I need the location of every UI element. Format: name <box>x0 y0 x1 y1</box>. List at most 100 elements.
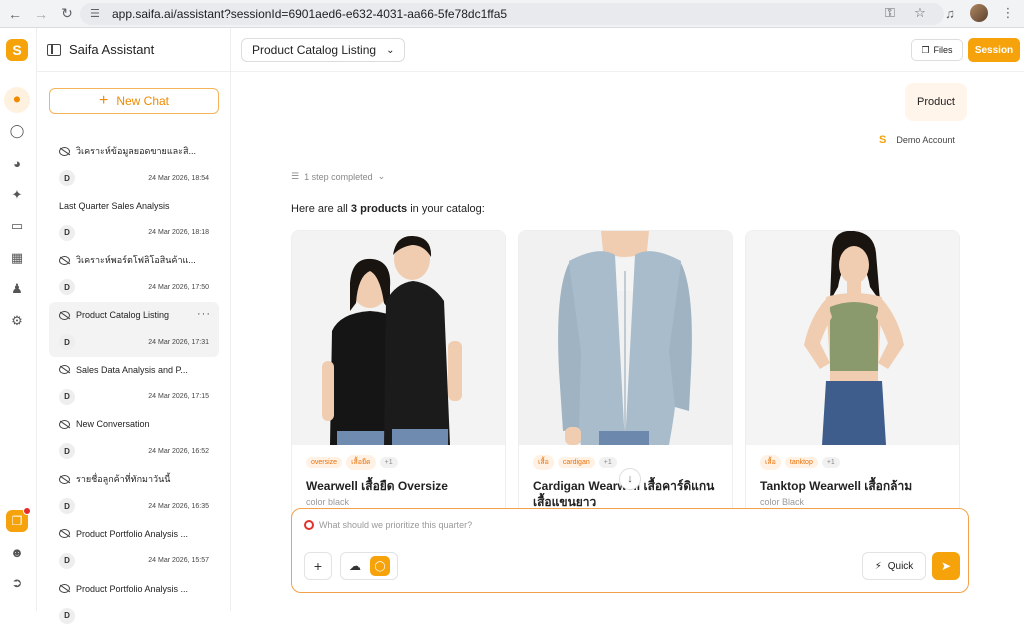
chat-history-item-active[interactable]: Product Catalog Listing ··· D 24 Mar 2026… <box>49 302 219 357</box>
browser-toolbar: ← → ↻ ☰ app.saifa.ai/assistant?sessionId… <box>0 0 1024 28</box>
saifa-logo[interactable]: S <box>6 39 28 61</box>
avatar: D <box>59 225 75 241</box>
intro-bold: 3 products <box>351 203 407 215</box>
eye-off-icon <box>59 584 70 593</box>
product-name: Tanktop Wearwell เสื้อกล้าม <box>760 478 945 494</box>
logout-icon[interactable]: ➲ <box>8 574 26 592</box>
chat-date: 24 Mar 2026, 17:50 <box>148 284 209 291</box>
add-button[interactable]: + <box>304 552 332 580</box>
product-image <box>746 231 960 445</box>
send-button[interactable]: ➤ <box>932 552 960 580</box>
target-icon <box>304 520 314 530</box>
product-tag: เสื้อ <box>533 455 554 470</box>
more-options-icon[interactable]: ··· <box>197 308 211 320</box>
product-color: color black <box>306 497 491 507</box>
url-text: app.saifa.ai/assistant?sessionId=6901aed… <box>112 7 507 21</box>
chat-mode-icon[interactable]: ◯ <box>370 556 390 576</box>
password-key-icon[interactable]: ⚿ <box>880 5 900 21</box>
chat-history-item[interactable]: Product Portfolio Analysis ... D <box>49 576 219 630</box>
chat-history-item[interactable]: Last Quarter Sales Analysis D 24 Mar 2026… <box>49 193 219 248</box>
avatar: D <box>59 334 75 350</box>
chat-date: 24 Mar 2026, 18:18 <box>148 229 209 236</box>
chat-history-item[interactable]: วิเคราะห์ข้อมูลยอดขายและสิ... D24 Mar 20… <box>49 138 219 193</box>
copy-icon[interactable]: ❐ <box>6 510 28 532</box>
browser-menu-icon[interactable]: ⋮ <box>998 5 1018 21</box>
eye-off-icon <box>59 529 70 538</box>
eye-off-icon <box>59 475 70 484</box>
avatar: D <box>59 279 75 295</box>
mode-toggle-group: ☁ ◯ <box>340 552 398 580</box>
sidebar-header: Saifa Assistant <box>37 28 230 72</box>
files-icon: ❐ <box>921 45 929 56</box>
steps-label: 1 step completed <box>304 172 373 182</box>
reload-icon[interactable]: ↻ <box>56 3 78 25</box>
arrow-right-icon[interactable]: → <box>30 3 52 25</box>
media-controls-icon[interactable]: ♫ <box>940 6 960 21</box>
lightning-icon: ⚡ <box>875 561 882 572</box>
chat-title: Product Portfolio Analysis ... <box>76 584 188 594</box>
chat-history-item[interactable]: รายชื่อลูกค้าที่ทักมาวันนี้ D24 Mar 2026… <box>49 466 219 521</box>
chat-history-item[interactable]: วิเคราะห์พอร์ตโฟลิโอสินค้าแ... D 24 Mar 2… <box>49 247 219 302</box>
composer-placeholder[interactable]: What should we prioritize this quarter? <box>319 520 472 530</box>
quick-mode-button[interactable]: ⚡ Quick <box>862 552 926 580</box>
product-image <box>292 231 506 445</box>
conversation-title-dropdown[interactable]: Product Catalog Listing ⌄ <box>241 38 405 62</box>
chat-date: 24 Mar 2026, 17:31 <box>148 339 209 346</box>
user-message-bubble: Product <box>905 83 967 121</box>
session-button[interactable]: Session <box>968 38 1020 62</box>
sidebar-toggle-icon[interactable] <box>47 44 61 56</box>
message-composer[interactable]: What should we prioritize this quarter? … <box>291 508 969 593</box>
chat-history-item[interactable]: Sales Data Analysis and P... D24 Mar 202… <box>49 357 219 412</box>
eye-off-icon <box>59 365 70 374</box>
home-icon[interactable]: ⚫ <box>4 87 30 113</box>
product-tag-more: +1 <box>380 457 398 468</box>
settings-icon[interactable]: ⚙ <box>8 312 26 330</box>
site-settings-icon[interactable]: ☰ <box>90 7 104 21</box>
new-chat-button[interactable]: + New Chat <box>49 88 219 114</box>
avatar: D <box>59 170 75 186</box>
chat-icon[interactable]: ◯ <box>8 122 26 140</box>
eye-off-icon <box>59 311 70 320</box>
sparkle-icon[interactable]: ✦ <box>8 186 26 204</box>
files-button[interactable]: ❐ Files <box>911 39 963 61</box>
team-icon[interactable]: ♟ <box>8 280 26 298</box>
files-label: Files <box>934 45 953 55</box>
user-message-text: Product <box>917 96 955 108</box>
tanktop-illustration <box>746 231 960 445</box>
address-bar[interactable]: ☰ app.saifa.ai/assistant?sessionId=6901a… <box>80 3 944 25</box>
product-tag: cardigan <box>558 457 595 468</box>
store-icon[interactable]: ▦ <box>8 249 26 267</box>
product-tag: เสื้อยืด <box>346 455 376 470</box>
product-tag: oversize <box>306 457 342 468</box>
chat-history-item[interactable]: New Conversation D24 Mar 2026, 16:52 <box>49 411 219 466</box>
scroll-down-button[interactable]: ↓ <box>619 468 641 490</box>
chat-date: 24 Mar 2026, 18:54 <box>148 175 209 182</box>
product-tag: tanktop <box>785 457 818 468</box>
product-name: Wearwell เสื้อยืด Oversize <box>306 478 491 494</box>
steps-toggle[interactable]: ☰ 1 step completed ⌄ <box>291 171 385 182</box>
profile-avatar[interactable] <box>970 4 988 22</box>
product-card[interactable]: oversize เสื้อยืด +1 Wearwell เสื้อยืด O… <box>291 230 506 530</box>
saifa-mini-logo-icon: S <box>879 134 886 146</box>
chat-history-item[interactable]: Product Portfolio Analysis ... D24 Mar 2… <box>49 521 219 576</box>
chat-title: วิเคราะห์พอร์ตโฟลิโอสินค้าแ... <box>76 253 196 267</box>
folder-icon[interactable]: ▭ <box>8 217 26 235</box>
chat-date: 24 Mar 2026, 17:15 <box>148 393 209 400</box>
cardigan-illustration <box>519 231 733 445</box>
user-icon[interactable]: ☻ <box>8 543 26 561</box>
assistant-account: S Demo Account <box>879 134 955 146</box>
cloud-upload-icon[interactable]: ☁ <box>346 559 364 573</box>
chat-title: Product Catalog Listing <box>76 310 169 320</box>
product-tag-more: +1 <box>822 457 840 468</box>
arrow-left-icon[interactable]: ← <box>4 3 26 25</box>
chat-title: Last Quarter Sales Analysis <box>59 201 170 211</box>
intro-prefix: Here are all <box>291 203 351 215</box>
product-tag: เสื้อ <box>760 455 781 470</box>
send-icon: ➤ <box>941 559 951 573</box>
avatar: D <box>59 389 75 405</box>
avatar: D <box>59 553 75 569</box>
product-card[interactable]: เสื้อ tanktop +1 Tanktop Wearwell เสื้อก… <box>745 230 960 530</box>
bookmark-star-icon[interactable]: ☆ <box>910 5 930 21</box>
chat-title: รายชื่อลูกค้าที่ทักมาวันนี้ <box>76 472 170 486</box>
pie-chart-icon[interactable]: ◕ <box>8 154 26 172</box>
